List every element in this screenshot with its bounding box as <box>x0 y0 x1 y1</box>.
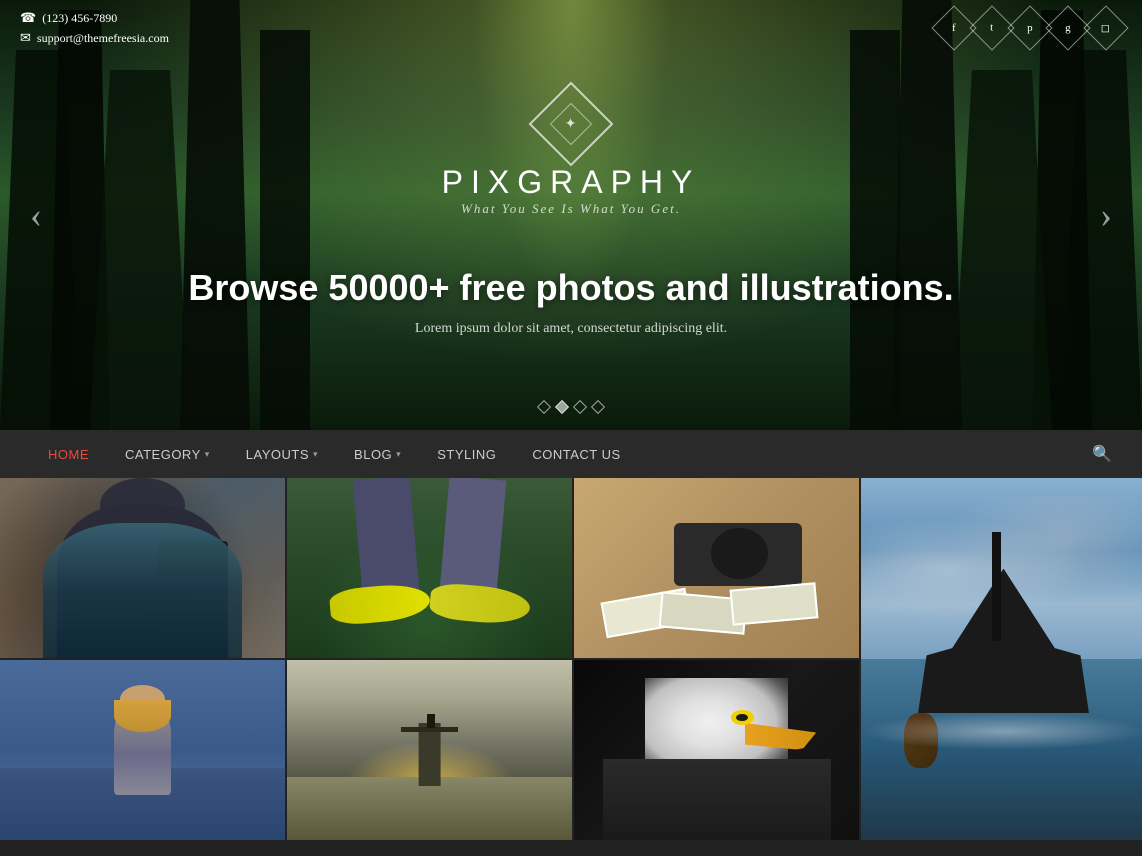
layouts-caret: ▾ <box>313 449 318 460</box>
logo-icon: ✦ <box>565 115 577 132</box>
hero-subtext: Lorem ipsum dolor sit amet, consectetur … <box>415 321 727 337</box>
instagram-link[interactable]: ◻ <box>1083 5 1128 50</box>
nav-layouts[interactable]: LAYOUTS ▾ <box>228 430 336 478</box>
navigation-bar: HOME CATEGORY ▾ LAYOUTS ▾ BLOG ▾ STYLING… <box>0 430 1142 478</box>
site-tagline: What You See Is What You Get. <box>442 201 701 217</box>
hero-headline: Browse 50000+ free photos and illustrati… <box>188 267 953 309</box>
email-icon: ✉ <box>20 30 31 46</box>
contact-info: ☎ (123) 456-7890 ✉ support@themefreesia.… <box>20 10 169 46</box>
email-address: support@themefreesia.com <box>37 31 169 46</box>
slide-dot-3[interactable] <box>573 400 587 414</box>
nav-contact[interactable]: CONTACT US <box>514 430 638 478</box>
nav-styling[interactable]: STYLING <box>419 430 514 478</box>
nav-home[interactable]: HOME <box>30 430 107 478</box>
site-title: PIXGRAPHY <box>442 164 701 201</box>
search-button[interactable]: 🔍 <box>1092 444 1112 464</box>
top-bar: ☎ (123) 456-7890 ✉ support@themefreesia.… <box>0 0 1142 56</box>
slider-dots <box>539 402 603 412</box>
nav-category[interactable]: CATEGORY ▾ <box>107 430 228 478</box>
slider-prev-button[interactable]: ‹ <box>20 184 52 246</box>
photo-cell-2[interactable] <box>287 478 572 658</box>
photo-grid <box>0 478 1142 840</box>
hero-section: ☎ (123) 456-7890 ✉ support@themefreesia.… <box>0 0 1142 430</box>
slide-dot-1[interactable] <box>537 400 551 414</box>
slider-next-button[interactable]: › <box>1090 184 1122 246</box>
nav-blog[interactable]: BLOG ▾ <box>336 430 419 478</box>
logo-inner: ✦ <box>550 102 592 144</box>
logo-area: ✦ PIXGRAPHY What You See Is What You Get… <box>442 94 701 257</box>
phone-number: (123) 456-7890 <box>42 11 117 26</box>
slide-dot-2[interactable] <box>555 400 569 414</box>
nav-items: HOME CATEGORY ▾ LAYOUTS ▾ BLOG ▾ STYLING… <box>30 430 639 478</box>
photo-cell-6[interactable] <box>287 660 572 840</box>
slide-dot-4[interactable] <box>591 400 605 414</box>
photo-cell-5[interactable] <box>0 660 285 840</box>
phone-icon: ☎ <box>20 10 36 26</box>
category-caret: ▾ <box>205 449 210 460</box>
photo-cell-3[interactable] <box>574 478 859 658</box>
photo-cell-4[interactable] <box>861 478 1142 840</box>
social-links: f t p g ◻ <box>938 12 1122 44</box>
logo-diamond: ✦ <box>529 81 614 166</box>
photo-cell-7[interactable] <box>574 660 859 840</box>
blog-caret: ▾ <box>396 449 401 460</box>
photo-cell-1[interactable] <box>0 478 285 658</box>
phone-info: ☎ (123) 456-7890 <box>20 10 169 26</box>
email-info: ✉ support@themefreesia.com <box>20 30 169 46</box>
